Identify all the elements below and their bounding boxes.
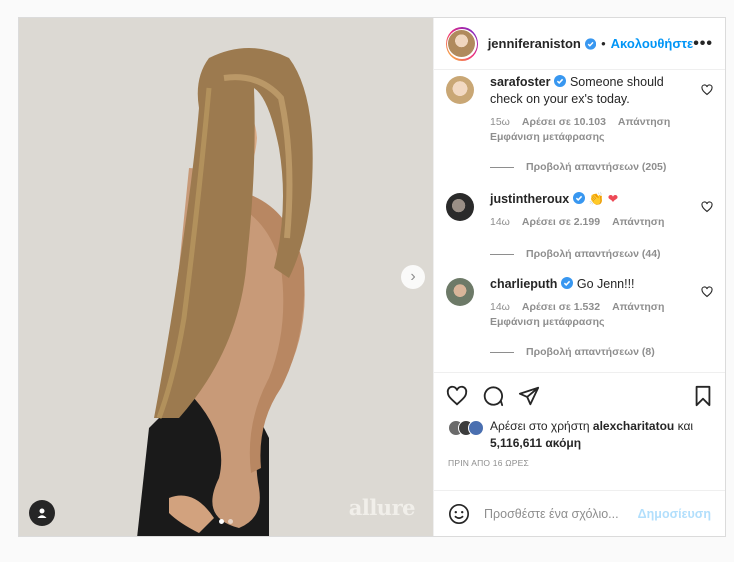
bookmark-icon[interactable]	[693, 385, 713, 407]
verified-icon	[584, 37, 597, 50]
post-comment-button[interactable]: Δημοσίευση	[638, 507, 711, 521]
comment-like-icon[interactable]	[701, 201, 713, 213]
reply-button[interactable]: Απάντηση	[612, 216, 664, 228]
follow-button[interactable]: Ακολουθήστε	[611, 36, 694, 51]
comment-input[interactable]: Προσθέστε ένα σχόλιο...	[484, 507, 638, 521]
commenter-avatar[interactable]	[446, 193, 474, 221]
view-replies-button[interactable]: Προβολή απαντήσεων (205)	[490, 161, 692, 173]
comment-like-icon[interactable]	[701, 84, 713, 96]
view-replies-button[interactable]: Προβολή απαντήσεων (44)	[490, 248, 692, 260]
add-comment-bar: Προσθέστε ένα σχόλιο... Δημοσίευση	[434, 490, 725, 536]
post-media[interactable]: › allure	[19, 18, 433, 536]
liker-username[interactable]: alexcharitatou	[593, 419, 674, 433]
verified-icon	[561, 277, 574, 289]
liker-avatars[interactable]	[448, 420, 484, 436]
brand-watermark: allure	[348, 495, 416, 520]
comment-likes[interactable]: Αρέσει σε 1.532	[522, 301, 600, 313]
comment-body: Go Jenn!!!	[576, 277, 635, 291]
comments-list[interactable]: sarafoster Someone should check on your …	[434, 70, 725, 372]
commenter-avatar[interactable]	[446, 278, 474, 306]
likes-text: Αρέσει στο χρήστη alexcharitatou και 5,1…	[490, 419, 694, 450]
see-translation-link[interactable]: Εμφάνιση μετάφρασης	[490, 316, 692, 328]
commenter-avatar[interactable]	[446, 76, 474, 104]
reply-button[interactable]: Απάντηση	[612, 301, 664, 313]
header-separator: •	[601, 36, 606, 51]
user-tag-icon	[37, 508, 47, 518]
comment-time: 14ω	[490, 301, 510, 313]
post-timestamp[interactable]: ΠΡΙΝ ΑΠΟ 16 ΩΡΕΣ	[434, 458, 725, 490]
view-replies-button[interactable]: Προβολή απαντήσεων (8)	[490, 346, 692, 358]
share-icon[interactable]	[518, 385, 540, 407]
comment-body: 👏 ❤	[588, 192, 619, 206]
comment-text: justintheroux 👏 ❤	[490, 191, 692, 208]
carousel-dot	[219, 519, 224, 524]
author-avatar[interactable]	[446, 26, 478, 61]
more-options-button[interactable]: •••	[693, 35, 713, 53]
chevron-right-icon: ›	[410, 268, 416, 285]
comment-text: sarafoster Someone should check on your …	[490, 74, 692, 108]
commenter-username[interactable]: charlieputh	[490, 277, 557, 291]
tagged-users-button[interactable]	[29, 500, 55, 526]
verified-icon	[554, 75, 567, 87]
comment-item: sarafoster Someone should check on your …	[446, 74, 713, 173]
post-header: jenniferaniston • Ακολουθήστε •••	[434, 18, 725, 70]
likes-summary: Αρέσει στο χρήστη alexcharitatou και 5,1…	[434, 418, 725, 458]
comment-like-icon[interactable]	[701, 286, 713, 298]
likes-count[interactable]: 5,116,611 ακόμη	[490, 436, 581, 450]
comment-likes[interactable]: Αρέσει σε 10.103	[522, 116, 606, 128]
comment-time: 15ω	[490, 116, 510, 128]
carousel-dot	[228, 519, 233, 524]
reply-button[interactable]: Απάντηση	[618, 116, 670, 128]
next-slide-button[interactable]: ›	[401, 265, 425, 289]
comment-likes[interactable]: Αρέσει σε 2.199	[522, 216, 600, 228]
post-dialog: › allure jenniferaniston • Ακολουθήστε •…	[18, 17, 726, 537]
carousel-indicator	[219, 519, 233, 524]
comment-item: charlieputh Go Jenn!!! 14ω Αρέσει σε 1.5…	[446, 276, 713, 358]
post-actions	[434, 372, 725, 418]
post-sidebar: jenniferaniston • Ακολουθήστε ••• sarafo…	[433, 18, 725, 536]
heart-icon[interactable]	[446, 385, 468, 407]
comment-item: justintheroux 👏 ❤ 14ω Αρέσει σε 2.199 Απ…	[446, 191, 713, 260]
verified-icon	[573, 192, 586, 204]
see-translation-link[interactable]: Εμφάνιση μετάφρασης	[490, 131, 692, 143]
author-username[interactable]: jenniferaniston	[488, 36, 581, 51]
comment-time: 14ω	[490, 216, 510, 228]
commenter-username[interactable]: justintheroux	[490, 192, 569, 206]
comment-text: charlieputh Go Jenn!!!	[490, 276, 692, 293]
emoji-icon[interactable]	[448, 503, 470, 525]
post-photo	[19, 18, 433, 536]
commenter-username[interactable]: sarafoster	[490, 75, 550, 89]
comment-icon[interactable]	[482, 385, 504, 407]
